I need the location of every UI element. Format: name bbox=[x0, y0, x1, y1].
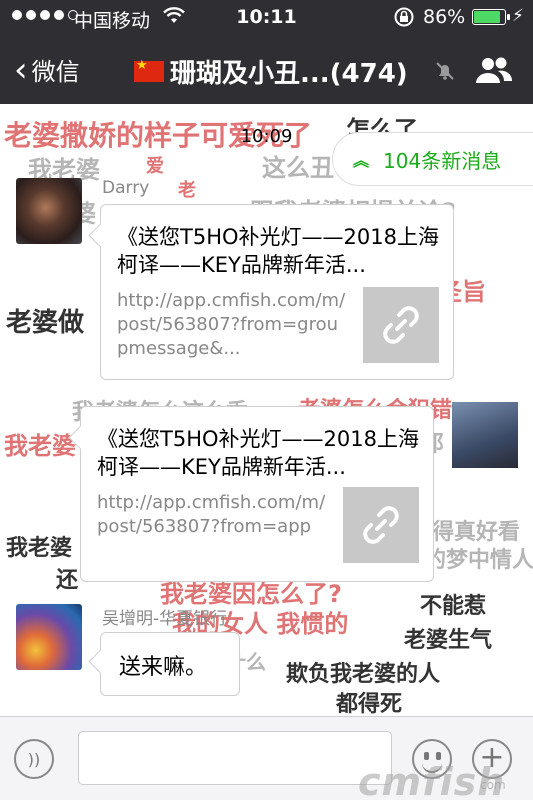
link-card[interactable]: 《送您T5HO补光灯——2018上海柯译——KEY品牌新年活... http:/… bbox=[100, 204, 454, 380]
rotation-lock-icon bbox=[394, 7, 414, 27]
mute-bell-icon bbox=[436, 62, 454, 80]
background-text: 的梦中情人 bbox=[424, 548, 533, 573]
avatar[interactable] bbox=[16, 604, 82, 670]
chat-title-text: 珊瑚及小丑...(474) bbox=[170, 59, 408, 89]
double-chevron-up-icon: ︽ bbox=[353, 151, 370, 170]
avatar[interactable] bbox=[16, 178, 82, 244]
background-text: 我老婆 bbox=[6, 536, 73, 561]
link-card-url: http://app.cmfish.com/m/post/563807?from… bbox=[97, 492, 326, 537]
background-text: 老婆生气 bbox=[404, 628, 493, 653]
sender-name: 吴增明-华夏银行 bbox=[102, 609, 228, 629]
background-text: 欺负我老婆的人 bbox=[286, 662, 441, 687]
background-text: 都得死 bbox=[336, 692, 403, 716]
back-label: 微信 bbox=[31, 58, 80, 86]
battery-percent: 86% bbox=[423, 6, 466, 28]
text-message-bubble[interactable]: 送来嘛。 bbox=[100, 632, 240, 696]
message-input[interactable] bbox=[78, 731, 392, 785]
background-text: 老婆做 bbox=[6, 308, 85, 338]
text-message: 送来嘛。 bbox=[119, 655, 208, 680]
charging-icon: ⚡ bbox=[512, 6, 524, 26]
background-archer-image bbox=[452, 402, 518, 468]
background-text: 老 bbox=[178, 180, 196, 201]
back-button[interactable]: ‹ 微信 bbox=[14, 52, 80, 87]
emoji-icon bbox=[424, 752, 429, 760]
watermark-sub: com bbox=[480, 778, 506, 792]
status-bar: 中国移动 10:11 86% ⚡ bbox=[0, 0, 533, 36]
nav-bar: ‹ 微信 珊瑚及小丑...(474) bbox=[0, 36, 533, 104]
chat-area[interactable]: 老婆撒娇的样子可爱死了怎么了我老婆爱这么丑老跟我老婆相提并论?我老婆圣旨老婆做我… bbox=[0, 104, 533, 716]
background-text: 不能惹 bbox=[420, 594, 487, 619]
link-card[interactable]: 《送您T5HO补光灯——2018上海柯译——KEY品牌新年活... http:/… bbox=[80, 406, 434, 582]
sender-name: Darry bbox=[102, 178, 150, 198]
voice-icon: )) bbox=[27, 749, 41, 769]
group-members-icon[interactable] bbox=[474, 54, 514, 86]
background-text: 还 bbox=[56, 568, 79, 593]
new-messages-button[interactable]: ︽ 104条新消息 bbox=[332, 132, 533, 186]
chevron-left-icon: ‹ bbox=[14, 49, 28, 90]
china-flag-icon bbox=[134, 58, 164, 82]
voice-input-button[interactable]: )) bbox=[14, 739, 54, 779]
new-messages-label: 104条新消息 bbox=[383, 148, 502, 173]
background-text: 我老婆 bbox=[4, 432, 76, 460]
background-text: 这么丑 bbox=[262, 154, 334, 182]
link-card-title: 《送您T5HO补光灯——2018上海柯译——KEY品牌新年活... bbox=[117, 225, 439, 277]
link-card-title: 《送您T5HO补光灯——2018上海柯译——KEY品牌新年活... bbox=[97, 427, 419, 479]
link-card-url: http://app.cmfish.com/m/post/563807?from… bbox=[117, 290, 346, 359]
battery-icon bbox=[472, 9, 510, 25]
link-icon bbox=[343, 487, 419, 563]
link-icon bbox=[363, 287, 439, 363]
chat-title: 珊瑚及小丑...(474) bbox=[134, 53, 408, 90]
background-text: 爱 bbox=[146, 156, 164, 177]
